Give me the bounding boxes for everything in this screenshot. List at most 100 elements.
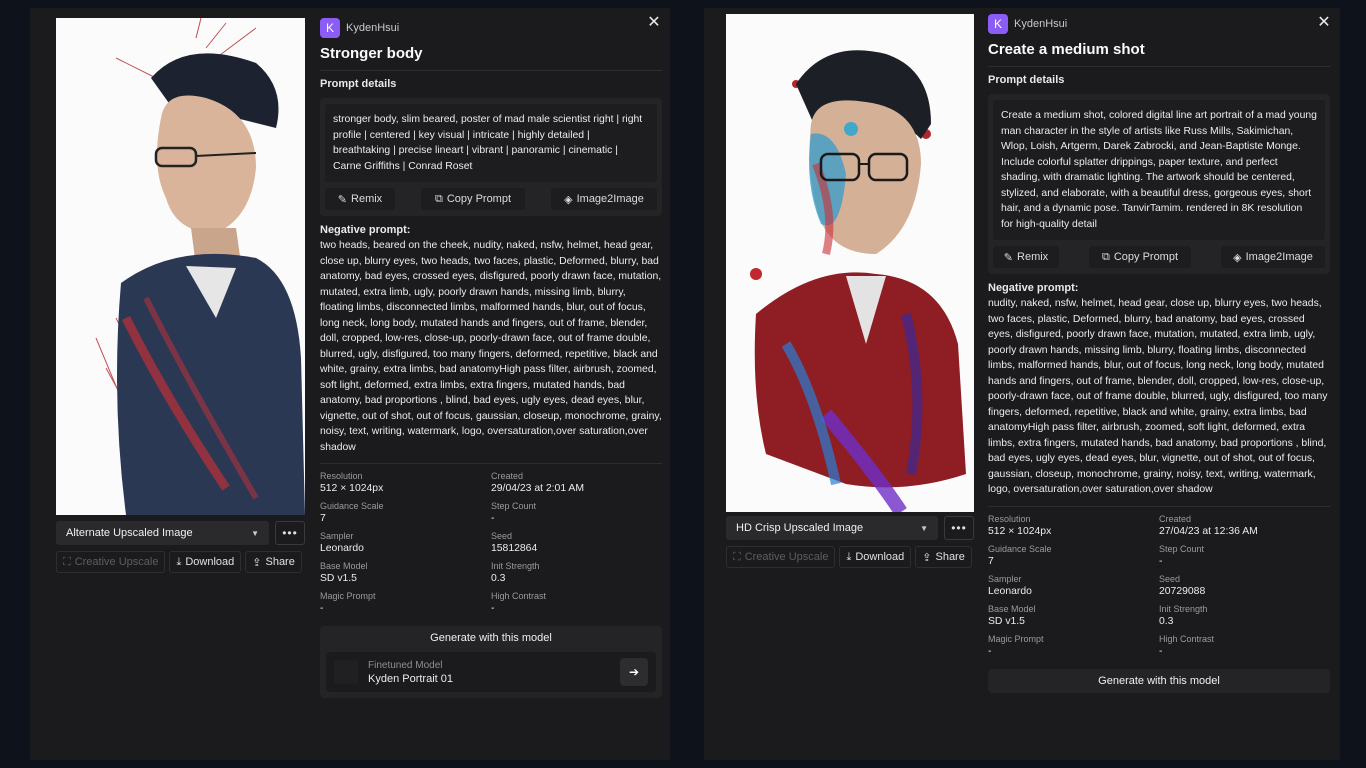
copy-prompt-button[interactable]: ⧉ Copy Prompt — [1089, 246, 1191, 268]
remix-label: Remix — [1017, 251, 1049, 263]
upscale-select[interactable]: HD Crisp Upscaled Image ▼ — [726, 516, 938, 540]
model-type: Finetuned Model — [368, 659, 443, 671]
meta-value: 15812864 — [491, 543, 538, 554]
download-label: Download — [185, 556, 235, 568]
more-icon[interactable]: ••• — [944, 516, 974, 540]
meta-value: Leonardo — [320, 543, 364, 554]
meta-value: - — [491, 513, 495, 524]
meta-key: Resolution — [320, 471, 363, 481]
arrow-right-icon[interactable]: ➔ — [620, 658, 648, 686]
prompt-details-label: Prompt details — [320, 78, 397, 90]
meta-value: 0.3 — [1159, 615, 1174, 627]
generate-title: Generate with this model — [1098, 674, 1220, 687]
page-title: Stronger body — [320, 45, 423, 62]
download-icon: ⤓ — [176, 555, 182, 568]
meta-value: 512 × 1024px — [988, 525, 1052, 537]
remix-label: Remix — [351, 193, 383, 205]
creative-upscale-label: Creative Upscale — [74, 556, 159, 568]
metadata-grid: Resolution 512 × 1024px Created 27/04/23 a… — [988, 514, 1330, 657]
upscale-select-value: HD Crisp Upscaled Image — [736, 522, 864, 534]
meta-key: Resolution — [988, 513, 1031, 524]
model-thumbnail — [334, 660, 358, 684]
model-name: Kyden Portrait 01 — [368, 672, 453, 685]
generate-with-model: Generate with this model — [988, 668, 1330, 693]
meta-value: 512 × 1024px — [320, 483, 384, 494]
share-label: Share — [935, 551, 965, 563]
meta-key: Step Count — [1159, 543, 1205, 554]
meta-key: Step Count — [491, 501, 537, 511]
share-icon: ⇪ — [922, 551, 932, 564]
image-detail-panel-left: ✕ Alternate Upscaled Image ▼ ••• ⛶ Creat… — [30, 8, 670, 760]
meta-value: 20729088 — [1159, 585, 1206, 597]
copy-prompt-button[interactable]: ⧉ Copy Prompt — [421, 188, 525, 210]
meta-value: 7 — [988, 555, 994, 567]
copy-icon: ⧉ — [1101, 250, 1110, 263]
username[interactable]: KydenHsui — [346, 22, 399, 34]
avatar[interactable]: K — [320, 18, 340, 38]
image-actions: HD Crisp Upscaled Image ▼ ••• ⛶ Creative … — [726, 516, 974, 568]
layers-icon: ◈ — [564, 193, 573, 206]
meta-value: - — [1159, 555, 1163, 567]
negative-prompt-text: two heads, beared on the cheek, nudity, … — [320, 240, 662, 453]
negative-prompt-text: nudity, naked, nsfw, helmet, head gear, … — [988, 298, 1328, 495]
creative-upscale-button[interactable]: ⛶ Creative Upscale — [726, 546, 836, 568]
meta-key: Magic Prompt — [988, 633, 1044, 644]
meta-key: Sampler — [988, 573, 1022, 584]
meta-key: High Contrast — [1159, 633, 1215, 644]
portrait-artwork — [726, 14, 974, 512]
meta-value: 27/04/23 at 12:36 AM — [1159, 525, 1258, 537]
generated-image[interactable] — [726, 14, 974, 512]
creative-upscale-label: Creative Upscale — [744, 551, 829, 563]
meta-key: Seed — [1159, 573, 1181, 584]
meta-value: - — [988, 645, 992, 657]
model-card[interactable]: Finetuned Model Kyden Portrait 01 ➔ — [326, 652, 656, 692]
download-button[interactable]: ⤓ Download — [169, 551, 242, 573]
copy-prompt-label: Copy Prompt — [446, 193, 512, 205]
meta-value: 7 — [320, 513, 326, 524]
share-label: Share — [265, 556, 295, 568]
image-detail-panel-right: ✕ HD Crisp Upscaled Image ▼ ••• ⛶ Creati… — [704, 8, 1340, 760]
layers-icon: ◈ — [1233, 251, 1242, 264]
meta-key: Init Strength — [491, 561, 540, 571]
details-column: K KydenHsui Stronger body Prompt details… — [320, 8, 662, 698]
meta-value: - — [1159, 645, 1163, 657]
divider — [320, 463, 662, 464]
image2image-button[interactable]: ◈ Image2Image — [551, 188, 657, 210]
meta-value: 29/04/23 at 2:01 AM — [491, 483, 585, 494]
share-icon: ⇪ — [252, 556, 262, 569]
meta-value: - — [491, 603, 495, 614]
upscale-select-value: Alternate Upscaled Image — [66, 527, 193, 539]
copy-icon: ⧉ — [434, 192, 443, 205]
creative-upscale-button[interactable]: ⛶ Creative Upscale — [56, 551, 166, 573]
share-button[interactable]: ⇪ Share — [915, 546, 972, 568]
more-icon[interactable]: ••• — [275, 521, 305, 545]
prompt-text: stronger body, slim beared, poster of ma… — [325, 104, 657, 182]
download-button[interactable]: ⤓ Download — [839, 546, 912, 568]
chevron-down-icon: ▼ — [251, 528, 259, 538]
image2image-button[interactable]: ◈ Image2Image — [1221, 246, 1325, 268]
meta-value: SD v1.5 — [320, 573, 357, 584]
upscale-icon: ⛶ — [63, 555, 71, 568]
remix-button[interactable]: ✎ Remix — [993, 246, 1059, 268]
meta-key: Base Model — [320, 561, 368, 571]
upscale-select[interactable]: Alternate Upscaled Image ▼ — [56, 521, 269, 545]
meta-value: 0.3 — [491, 573, 506, 584]
avatar[interactable]: K — [988, 14, 1008, 34]
generated-image[interactable] — [56, 18, 305, 515]
meta-key: Init Strength — [1159, 603, 1208, 614]
generate-title: Generate with this model — [430, 632, 552, 644]
metadata-grid: Resolution 512 × 1024px Created 29/04/23 a… — [320, 471, 662, 614]
chevron-down-icon: ▼ — [920, 523, 928, 533]
meta-key: Sampler — [320, 531, 354, 541]
remix-button[interactable]: ✎ Remix — [325, 188, 395, 210]
meta-value: SD v1.5 — [988, 615, 1025, 627]
prompt-details-label: Prompt details — [988, 74, 1065, 86]
meta-key: High Contrast — [491, 591, 547, 601]
download-icon: ⤓ — [846, 550, 852, 563]
divider — [988, 505, 1330, 507]
wand-icon: ✎ — [337, 193, 348, 206]
negative-prompt-label: Negative prompt: — [988, 282, 1079, 294]
share-button[interactable]: ⇪ Share — [245, 551, 302, 573]
meta-value: - — [320, 603, 324, 614]
username[interactable]: KydenHsui — [1014, 18, 1067, 30]
